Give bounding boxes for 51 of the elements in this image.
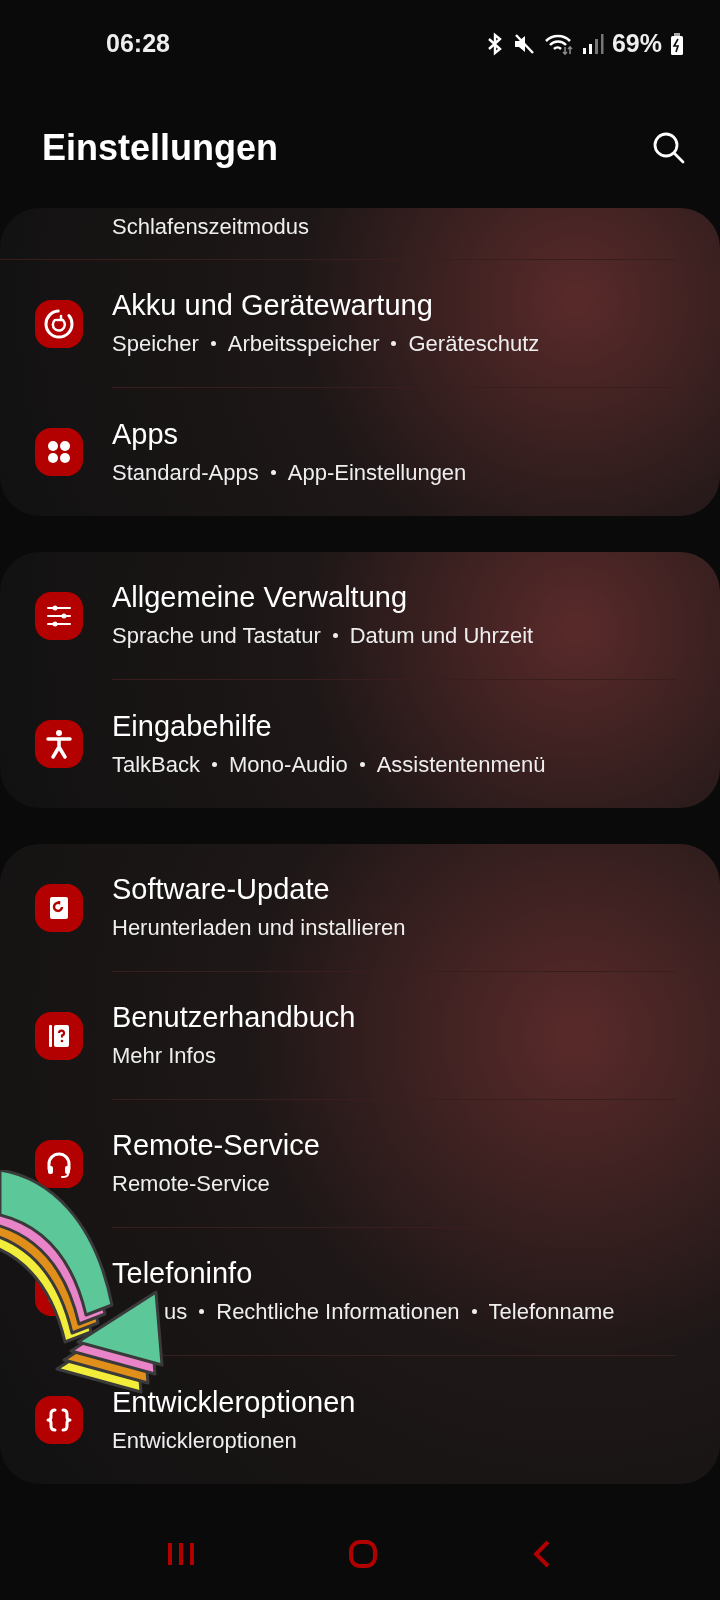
item-subtitle: Telefonname	[488, 1298, 615, 1326]
settings-item[interactable]: Apps Standard-Apps App-Einstellungen	[0, 388, 720, 516]
item-title: Entwickleroptionen	[112, 1384, 357, 1420]
item-title: Eingabehilfe	[112, 708, 273, 744]
item-subtitle: Standard-Apps	[112, 458, 259, 487]
setting-icon	[35, 884, 83, 932]
item-subtitle: Speicher	[112, 330, 199, 358]
item-title: Remote-Service	[112, 1128, 321, 1163]
setting-icon	[35, 720, 83, 768]
setting-icon	[35, 1396, 83, 1444]
settings-item[interactable]: Eingabehilfe TalkBack Mono-Audio Assistentenmenü	[0, 680, 720, 808]
item-title: Telefoninfo	[112, 1256, 254, 1291]
item-subtitle: Mehr Infos	[112, 1042, 216, 1070]
item-subtitle: TalkBack	[112, 750, 201, 779]
item-title: Benutzerhandbuch	[112, 1000, 357, 1035]
setting-icon	[35, 428, 83, 476]
item-subtitle: Herunterladen und installieren	[112, 914, 406, 942]
settings-item[interactable]: Benutzerhandbuch Mehr Infos	[0, 972, 720, 1100]
search-icon[interactable]	[652, 131, 686, 165]
battery-icon	[670, 32, 684, 56]
home-icon[interactable]	[348, 1539, 378, 1569]
settings-item[interactable]: Software-Update Herunterladen und installieren	[0, 844, 720, 972]
item-subtitle: Entwickleroptionen	[112, 1426, 297, 1455]
page-title: Einstellungen	[42, 126, 279, 170]
item-subtitle: Sprache und Tastatur	[112, 622, 321, 650]
item-title: Software-Update	[112, 872, 331, 907]
item-subtitle: us	[164, 1298, 188, 1326]
item-subtitle: Arbeitsspeicher	[227, 330, 380, 358]
item-subtitle: Mono-Audio	[229, 750, 348, 779]
setting-icon	[35, 592, 83, 640]
setting-icon	[35, 1140, 83, 1188]
settings-item[interactable]: Allgemeine Verwaltung Sprache und Tastatur Datum und Uhrzeit	[0, 552, 720, 680]
item-subtitle: Rechtliche Informationen	[216, 1298, 460, 1326]
settings-item[interactable]: Entwickleroptionen Entwickleroptionen	[0, 1356, 720, 1484]
item-subtitle: Remote-Service	[112, 1170, 270, 1198]
wifi-icon	[543, 32, 574, 56]
status-time: 06:28	[106, 28, 170, 60]
item-subtitle: App-Einstellungen	[287, 458, 467, 487]
item-subtitle: Assistentenmenü	[376, 750, 546, 779]
item-subtitle: Datum und Uhrzeit	[349, 622, 534, 650]
battery-percent: 69%	[611, 28, 662, 60]
item-title: Allgemeine Verwaltung	[112, 580, 408, 615]
setting-icon	[35, 1012, 83, 1060]
item-title: Akku und Gerätewartung	[112, 288, 434, 323]
settings-item[interactable]: Akku und Gerätewartung Speicher Arbeitsspeicher Geräteschutz	[0, 260, 720, 388]
recent-apps-icon[interactable]	[166, 1541, 195, 1567]
item-title: Apps	[112, 416, 180, 452]
signal-icon	[581, 33, 604, 55]
item-subtitle: Geräteschutz	[408, 330, 540, 358]
item-subtitle: Schlafenszeitmodus	[112, 214, 309, 239]
setting-icon	[35, 300, 83, 348]
